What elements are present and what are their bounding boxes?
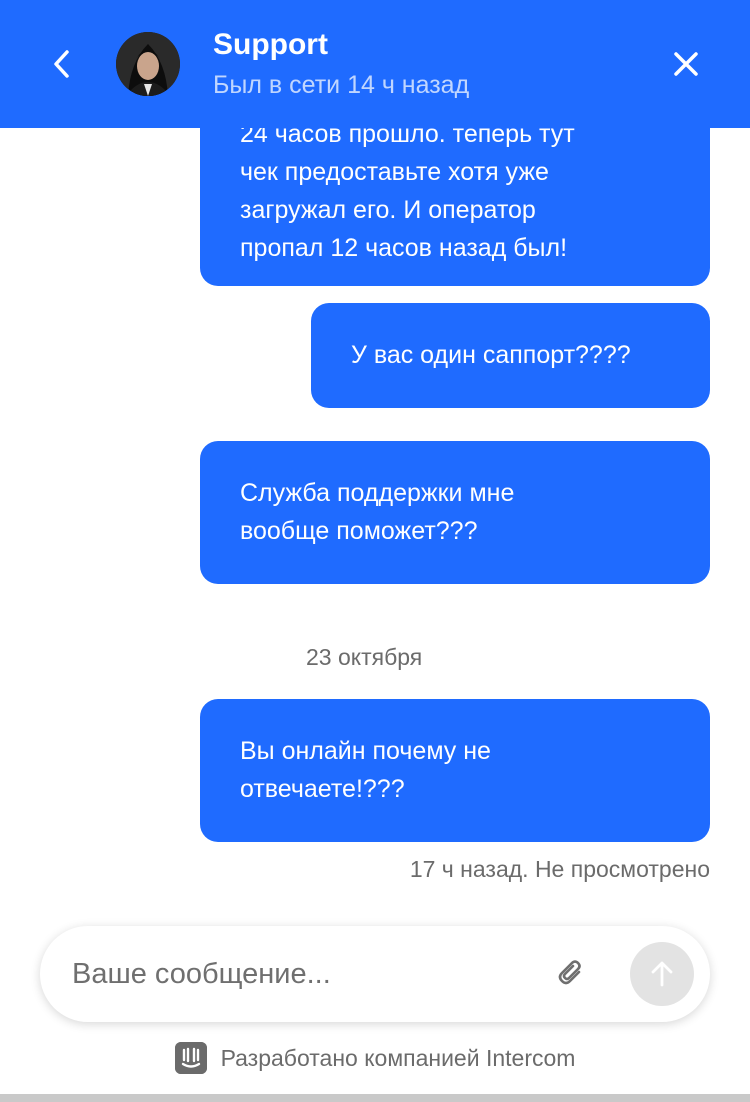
close-button[interactable]: [664, 42, 708, 86]
send-button[interactable]: [630, 942, 694, 1006]
message-line: загружал его. И оператор: [240, 196, 536, 224]
message-line: Вы онлайн почему не: [240, 737, 491, 765]
message-line: Служба поддержки мне: [240, 479, 515, 507]
message-line: чек предоставьте хотя уже: [240, 158, 549, 186]
avatar: [116, 32, 180, 96]
arrow-up-icon: [651, 961, 673, 987]
message-bubble: У вас один саппорт????: [311, 303, 710, 408]
message-line: вообще поможет???: [240, 517, 478, 545]
message-line: У вас один саппорт????: [351, 341, 631, 369]
close-icon: [674, 52, 698, 76]
message-line: пропал 12 часов назад был!: [240, 234, 568, 262]
message-bubble: Служба поддержки мне вообще поможет???: [200, 441, 710, 584]
chevron-left-icon: [54, 50, 69, 78]
date-separator: 23 октября: [306, 644, 423, 670]
message-list: 24 часов прошло. теперь тут чек предоста…: [0, 0, 750, 905]
attach-button[interactable]: [552, 954, 592, 994]
message-input[interactable]: [72, 954, 542, 994]
paperclip-icon: [558, 960, 581, 985]
bottom-divider: [0, 1094, 750, 1102]
message-status: 17 ч назад. Не просмотрено: [409, 856, 710, 882]
message-bubble: Вы онлайн почему не отвечаете!???: [200, 699, 710, 842]
last-seen-status: Был в сети 14 ч назад: [213, 71, 470, 99]
back-button[interactable]: [44, 44, 80, 84]
powered-by-link[interactable]: Разработано компанией Intercom: [0, 1040, 750, 1076]
powered-by-text: Разработано компанией Intercom: [220, 1044, 576, 1071]
chat-header: Support Был в сети 14 ч назад: [0, 0, 750, 128]
message-line: отвечаете!???: [240, 775, 405, 803]
page-title: Support: [213, 28, 328, 61]
message-composer: [40, 926, 710, 1022]
intercom-logo-icon: [174, 1042, 207, 1074]
